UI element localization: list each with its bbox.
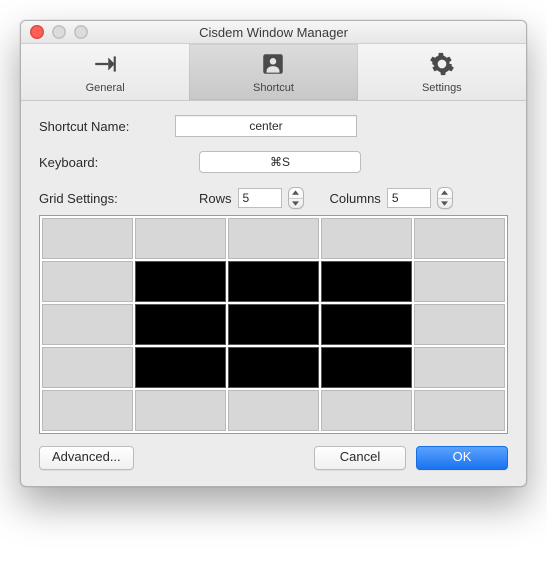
grid-cell[interactable] [321, 218, 412, 259]
rows-step-up[interactable] [289, 188, 303, 199]
shortcut-name-label: Shortcut Name: [39, 119, 175, 134]
grid-cell[interactable] [135, 261, 226, 302]
columns-input[interactable]: 5 [387, 188, 431, 208]
ok-button[interactable]: OK [416, 446, 508, 470]
toolbar-tab-label: General [86, 82, 125, 94]
grid-cell[interactable] [42, 304, 133, 345]
columns-label: Columns [330, 191, 381, 206]
toolbar-tab-label: Shortcut [253, 82, 294, 94]
grid-selector[interactable] [39, 215, 508, 434]
grid-cell[interactable] [321, 347, 412, 388]
grid-cell[interactable] [135, 218, 226, 259]
button-bar: Advanced... Cancel OK [39, 446, 508, 470]
traffic-lights [21, 25, 88, 39]
grid-cell[interactable] [135, 304, 226, 345]
rows-step-down[interactable] [289, 199, 303, 209]
grid-cell[interactable] [42, 347, 133, 388]
grid-cell[interactable] [414, 261, 505, 302]
rows-input[interactable]: 5 [238, 188, 282, 208]
grid-cell[interactable] [414, 304, 505, 345]
keyboard-label: Keyboard: [39, 155, 175, 170]
grid-cell[interactable] [42, 261, 133, 302]
grid-cell[interactable] [414, 347, 505, 388]
grid-cell[interactable] [321, 304, 412, 345]
grid-cell[interactable] [321, 390, 412, 431]
gear-icon [429, 51, 455, 80]
columns-step-up[interactable] [438, 188, 452, 199]
grid-settings-label: Grid Settings: [39, 191, 175, 206]
title-bar: Cisdem Window Manager [21, 21, 526, 44]
grid-cell[interactable] [414, 390, 505, 431]
close-window-button[interactable] [30, 25, 44, 39]
grid-cell[interactable] [228, 347, 319, 388]
toolbar: General Shortcut Settings [21, 44, 526, 101]
zoom-window-button[interactable] [74, 25, 88, 39]
person-icon [260, 51, 286, 80]
window-title: Cisdem Window Manager [21, 25, 526, 40]
preferences-window: Cisdem Window Manager General Shortcut S… [20, 20, 527, 487]
grid-cell[interactable] [228, 261, 319, 302]
grid-cell[interactable] [321, 261, 412, 302]
keyboard-shortcut-field[interactable]: ⌘S [199, 151, 361, 173]
columns-step-down[interactable] [438, 199, 452, 209]
grid-settings-row: Grid Settings: Rows 5 Columns 5 [39, 187, 508, 209]
grid-cell[interactable] [135, 390, 226, 431]
rows-label: Rows [199, 191, 232, 206]
toolbar-tab-label: Settings [422, 82, 462, 94]
grid-cell[interactable] [135, 347, 226, 388]
advanced-button[interactable]: Advanced... [39, 446, 134, 470]
columns-stepper[interactable] [437, 187, 453, 209]
grid-cell[interactable] [42, 218, 133, 259]
general-icon [92, 51, 118, 80]
grid-cell[interactable] [228, 390, 319, 431]
rows-stepper[interactable] [288, 187, 304, 209]
grid-cell[interactable] [414, 218, 505, 259]
minimize-window-button[interactable] [52, 25, 66, 39]
toolbar-tab-settings[interactable]: Settings [358, 44, 526, 100]
grid-cell[interactable] [228, 218, 319, 259]
grid-cell[interactable] [228, 304, 319, 345]
content-area: Shortcut Name: center Keyboard: ⌘S Grid … [21, 101, 526, 486]
cancel-button[interactable]: Cancel [314, 446, 406, 470]
keyboard-row: Keyboard: ⌘S [39, 151, 508, 173]
grid-cell[interactable] [42, 390, 133, 431]
shortcut-name-input[interactable]: center [175, 115, 357, 137]
toolbar-tab-general[interactable]: General [21, 44, 189, 100]
toolbar-tab-shortcut[interactable]: Shortcut [189, 44, 357, 100]
shortcut-name-row: Shortcut Name: center [39, 115, 508, 137]
